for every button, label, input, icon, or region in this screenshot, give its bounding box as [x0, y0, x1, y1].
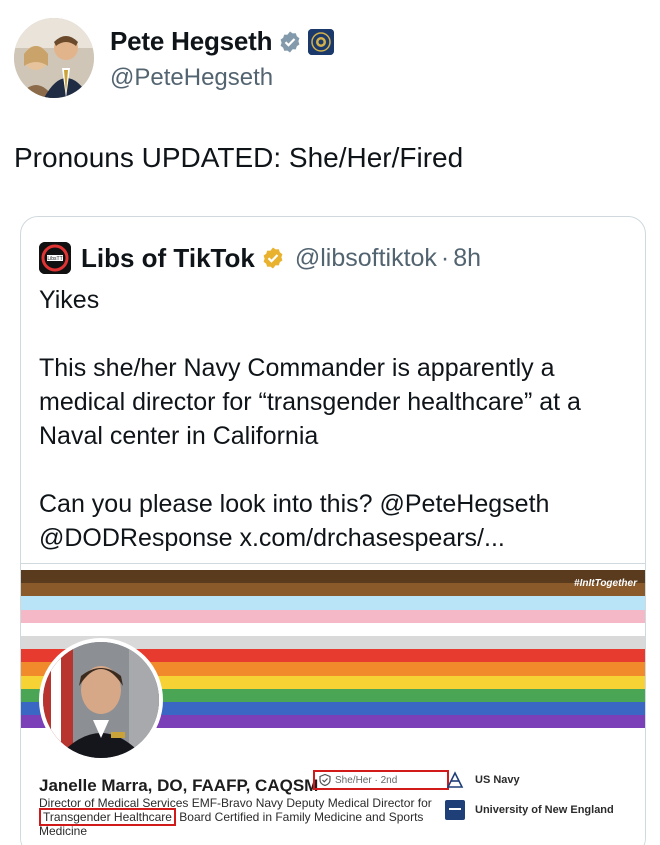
profile-photo [14, 18, 94, 98]
quoted-handle[interactable]: @libsoftiktok [295, 244, 437, 273]
flag-stripe [21, 583, 645, 597]
quoted-display-name[interactable]: Libs of TikTok [81, 243, 255, 274]
quoted-paragraph: Yikes [39, 286, 100, 314]
pronoun-text: She/Her · 2nd [335, 774, 398, 786]
profile-name: Janelle Marra, DO, FAAFP, CAQSM [39, 776, 319, 795]
verified-badge-icon [280, 31, 300, 52]
author-avatar[interactable] [14, 18, 94, 98]
shield-check-icon [319, 774, 331, 786]
affiliation-label: US Navy [475, 774, 520, 786]
tweet-header: Pete Hegseth @PeteHegseth [14, 18, 654, 102]
profile-photo [39, 638, 163, 762]
flag-stripe [21, 596, 645, 610]
une-logo-icon [445, 800, 465, 820]
author-name-row: Pete Hegseth [110, 26, 335, 57]
post-text: Pronouns UPDATED: She/Her/Fired [14, 142, 464, 173]
profile-headline: Director of Medical Services EMF-Bravo N… [39, 796, 459, 838]
affiliation-label: University of New England [475, 804, 614, 816]
banner-hashtag: #InItTogether [574, 578, 637, 589]
flag-stripe [21, 622, 645, 636]
svg-text:LibsTT: LibsTT [47, 256, 62, 262]
flag-stripe [21, 609, 645, 623]
affiliation-une: University of New England [445, 800, 614, 820]
attached-image[interactable]: #InItTogether Janelle Marra, DO, FAAFP, … [21, 563, 645, 845]
quoted-paragraph: Can you please look into this? @PeteHegs… [39, 490, 550, 552]
us-navy-logo-icon [445, 770, 465, 790]
department-of-defense-seal-icon [308, 28, 335, 55]
quoted-tweet-body: Yikes This she/her Navy Commander is app… [39, 283, 639, 555]
affiliation-us-navy: US Navy [445, 770, 520, 790]
quoted-tweet-header: LibsTT Libs of TikTok @libsoftiktok · 8h [39, 241, 481, 275]
quoted-paragraph: This she/her Navy Commander is apparentl… [39, 354, 581, 450]
meta-separator: · [440, 243, 450, 272]
flag-stripe [21, 570, 645, 584]
quoted-tweet-card[interactable]: LibsTT Libs of TikTok @libsoftiktok · 8h… [20, 216, 646, 845]
author-handle[interactable]: @PeteHegseth [110, 64, 273, 92]
pronoun-badge: She/Her · 2nd [313, 770, 449, 790]
quoted-timestamp[interactable]: 8h [453, 244, 481, 273]
author-display-name[interactable]: Pete Hegseth [110, 26, 273, 57]
libs-of-tiktok-avatar-icon[interactable]: LibsTT [39, 242, 71, 274]
gold-verified-badge-icon [263, 247, 283, 269]
